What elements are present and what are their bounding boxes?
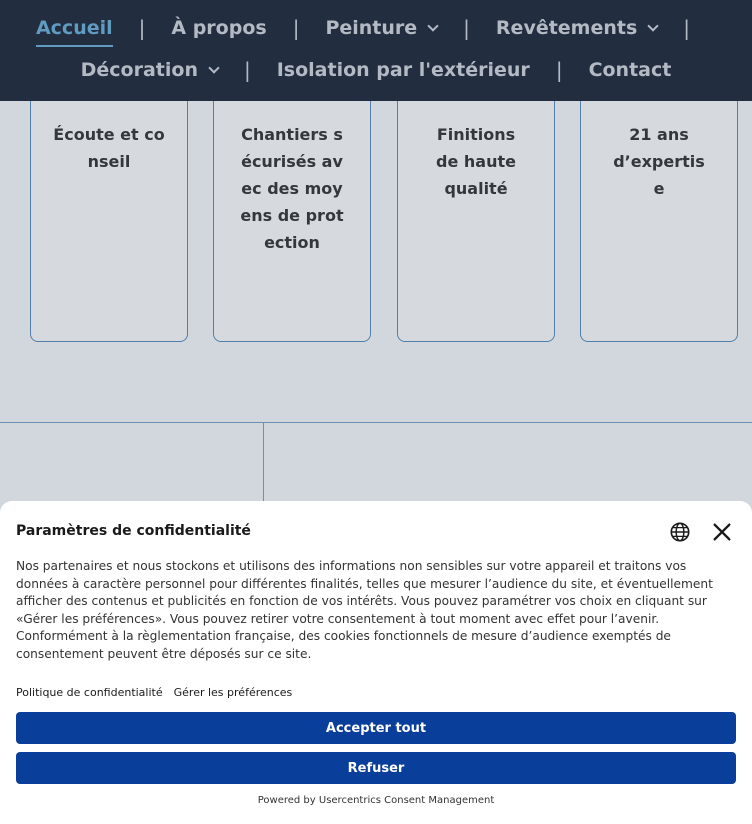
accept-all-button[interactable]: Accepter tout bbox=[16, 712, 736, 744]
close-icon[interactable] bbox=[711, 521, 733, 543]
powered-by-text: Powered by Usercentrics Consent Manageme… bbox=[257, 795, 495, 806]
consent-links: Politique de confidentialité Gérer les p… bbox=[16, 686, 292, 699]
refuse-button[interactable]: Refuser bbox=[16, 752, 736, 784]
globe-icon[interactable] bbox=[669, 521, 691, 543]
privacy-policy-link[interactable]: Politique de confidentialité bbox=[16, 686, 163, 699]
consent-description: Nos partenaires et nous stockons et util… bbox=[16, 559, 713, 661]
manage-preferences-link[interactable]: Gérer les préférences bbox=[174, 686, 293, 699]
consent-title: Paramètres de confidentialité bbox=[16, 523, 251, 539]
consent-dialog: Paramètres de confidentialité Nos parten… bbox=[0, 501, 752, 824]
